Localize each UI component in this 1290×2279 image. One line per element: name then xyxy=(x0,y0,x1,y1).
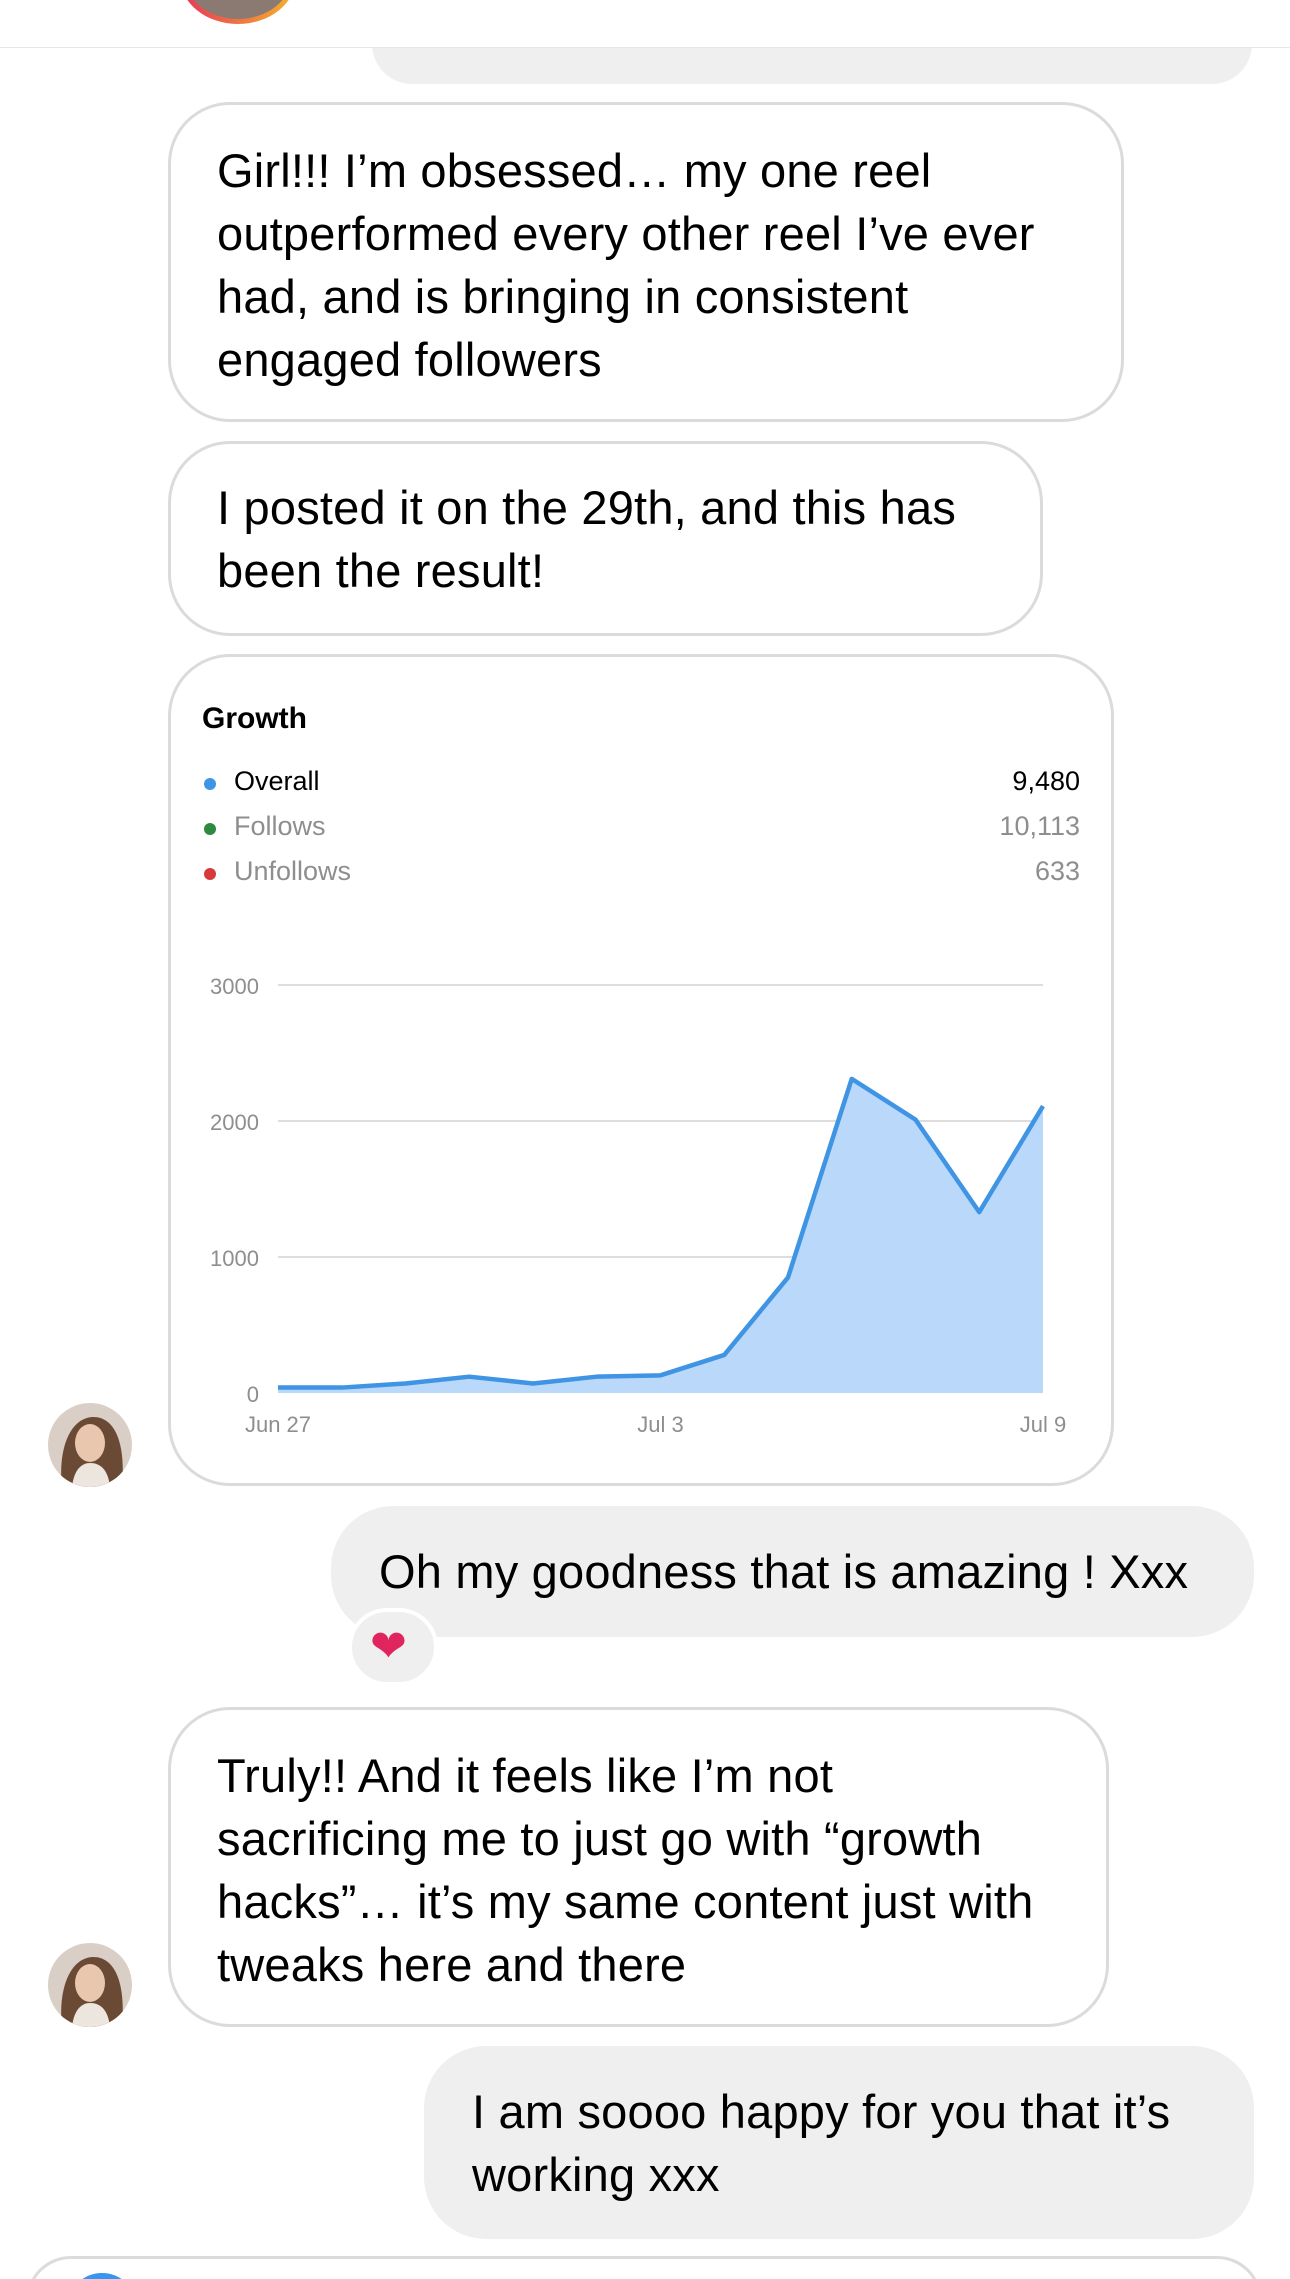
legend-label: Follows xyxy=(234,811,326,841)
message-bubble-incoming[interactable]: Truly!! And it feels like I’m not sacrif… xyxy=(168,1707,1109,2027)
message-text: Oh my goodness that is amazing ! Xxx xyxy=(379,1540,1188,1603)
message-line: tweaks here and there xyxy=(217,1938,687,1991)
avatar-photo-icon xyxy=(48,1403,132,1487)
header-avatar[interactable] xyxy=(180,0,296,24)
legend-value: 9,480 xyxy=(1012,766,1080,796)
message-line: working xxx xyxy=(472,2148,720,2201)
camera-icon[interactable] xyxy=(67,2273,137,2279)
growth-card-title: Growth xyxy=(202,702,307,735)
reaction-badge[interactable]: ❤ xyxy=(348,1608,438,1686)
legend-row-follows: Follows 10,113 xyxy=(202,811,1080,847)
message-line: hacks”… it’s my same content just with xyxy=(217,1875,1034,1928)
message-line: I am soooo happy for you that it’s xyxy=(472,2085,1171,2138)
message-line: engaged followers xyxy=(217,333,602,386)
avatar-photo-icon xyxy=(48,1943,132,2027)
contact-avatar[interactable] xyxy=(48,1403,132,1487)
legend-label: Overall xyxy=(234,766,320,796)
message-text: I am soooo happy for you that it’s worki… xyxy=(472,2080,1170,2206)
message-bubble-outgoing[interactable]: I am soooo happy for you that it’s worki… xyxy=(424,2046,1254,2239)
message-line: Truly!! And it feels like I’m not xyxy=(217,1749,834,1802)
heart-icon: ❤ xyxy=(370,1621,407,1672)
message-bubble-outgoing[interactable]: Oh my goodness that is amazing ! Xxx xyxy=(331,1506,1254,1637)
legend-row-overall: Overall 9,480 xyxy=(202,766,1080,802)
chat-header xyxy=(0,0,1290,48)
message-text: Girl!!! I’m obsessed… my one reel outper… xyxy=(217,139,1035,391)
legend-dot-icon xyxy=(204,778,216,790)
message-line: Oh my goodness that is amazing ! Xxx xyxy=(379,1545,1189,1598)
message-line: sacrificing me to just go with “growth xyxy=(217,1812,983,1865)
message-text: I posted it on the 29th, and this has be… xyxy=(217,476,956,602)
legend-label: Unfollows xyxy=(234,856,352,886)
message-line: had, and is bringing in consistent xyxy=(217,270,909,323)
message-line: outperformed every other reel I’ve ever xyxy=(217,207,1035,260)
legend-value: 10,113 xyxy=(999,811,1080,841)
message-line: Girl!!! I’m obsessed… my one reel xyxy=(217,144,932,197)
message-composer[interactable] xyxy=(26,2256,1262,2279)
message-line: been the result! xyxy=(217,544,545,597)
message-text: Truly!! And it feels like I’m not sacrif… xyxy=(217,1744,1033,1996)
legend-dot-icon xyxy=(204,868,216,880)
message-line: I posted it on the 29th, and this has xyxy=(217,481,957,534)
message-bubble-incoming[interactable]: Girl!!! I’m obsessed… my one reel outper… xyxy=(168,102,1124,422)
legend-value: 633 xyxy=(1034,856,1080,886)
legend-row-unfollows: Unfollows 633 xyxy=(202,856,1080,892)
legend-dot-icon xyxy=(204,823,216,835)
contact-avatar[interactable] xyxy=(48,1943,132,2027)
message-bubble-incoming[interactable]: I posted it on the 29th, and this has be… xyxy=(168,441,1043,636)
